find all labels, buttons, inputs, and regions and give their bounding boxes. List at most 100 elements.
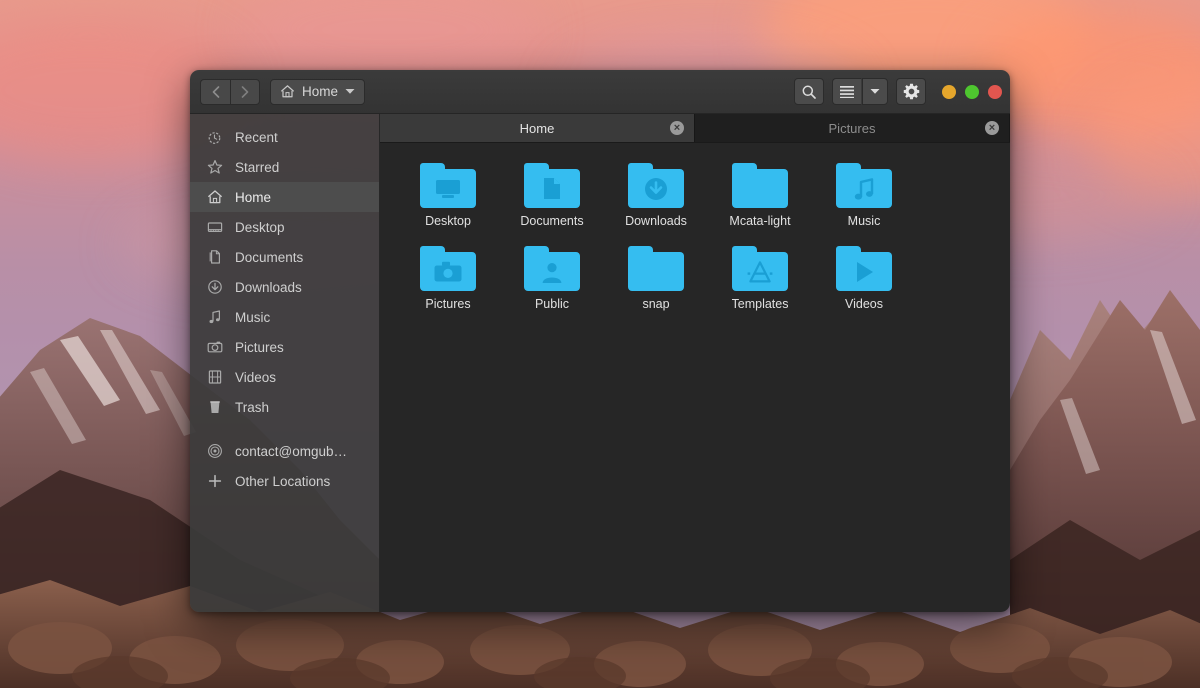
sidebar-item-label: Downloads: [235, 279, 302, 295]
file-item-music[interactable]: Music: [812, 157, 916, 232]
file-item-snap[interactable]: snap: [604, 240, 708, 315]
sidebar-item-label: Other Locations: [235, 473, 331, 489]
search-icon: [802, 85, 816, 99]
view-options-dropdown[interactable]: [862, 78, 888, 105]
person-emblem-icon: [524, 252, 580, 291]
sidebar-item-label: contact@omgub…: [235, 443, 348, 459]
file-name: Desktop: [425, 214, 471, 228]
file-name: Documents: [520, 214, 584, 228]
maximize-button[interactable]: [965, 84, 979, 99]
sidebar-item-label: Recent: [235, 129, 278, 145]
chevron-down-icon: [345, 89, 355, 94]
window-controls: [942, 84, 1002, 99]
sidebar-item-label: Trash: [235, 399, 270, 415]
templates-emblem-icon: [732, 252, 788, 291]
sidebar-item-documents[interactable]: Documents: [190, 242, 379, 272]
search-button[interactable]: [794, 78, 824, 105]
document-emblem-icon: [524, 169, 580, 208]
sidebar-item-label: Starred: [235, 159, 280, 175]
list-view-button[interactable]: [832, 78, 862, 105]
sidebar-item-other-locations[interactable]: Other Locations: [190, 466, 379, 496]
tab-pictures[interactable]: Pictures ×: [695, 114, 1010, 142]
file-manager-window: Home Recent Starred Home Desktop Documen…: [190, 70, 1010, 612]
film-icon: [206, 369, 223, 386]
camera-icon: [206, 339, 223, 356]
navigation-buttons: [200, 78, 260, 105]
sidebar-item-network[interactable]: contact@omgub…: [190, 436, 379, 466]
video-emblem-icon: [836, 252, 892, 291]
network-icon: [206, 443, 223, 460]
view-mode-group: [832, 78, 888, 105]
list-view-icon: [840, 86, 854, 98]
close-icon[interactable]: ×: [985, 121, 999, 135]
sidebar-item-home[interactable]: Home: [190, 182, 379, 212]
trash-icon: [206, 399, 223, 416]
file-item-pictures[interactable]: Pictures: [396, 240, 500, 315]
sidebar-divider: [190, 422, 379, 436]
folder-icon: [628, 246, 684, 291]
content-area: Home × Pictures × Desktop Documents Down…: [380, 114, 1010, 612]
back-button[interactable]: [200, 78, 230, 105]
sidebar-item-label: Desktop: [235, 219, 285, 235]
sidebar-item-downloads[interactable]: Downloads: [190, 272, 379, 302]
file-item-downloads[interactable]: Downloads: [604, 157, 708, 232]
file-name: snap: [642, 297, 670, 311]
tab-home[interactable]: Home ×: [380, 114, 695, 142]
path-bar-label: Home: [302, 84, 339, 99]
file-item-videos[interactable]: Videos: [812, 240, 916, 315]
file-name: Videos: [845, 297, 883, 311]
music-emblem-icon: [836, 169, 892, 208]
folder-icon: [420, 163, 476, 208]
sidebar-item-pictures[interactable]: Pictures: [190, 332, 379, 362]
sidebar-item-trash[interactable]: Trash: [190, 392, 379, 422]
chevron-down-icon: [870, 89, 880, 94]
tab-label: Home: [519, 120, 555, 136]
sidebar-item-label: Pictures: [235, 339, 284, 355]
star-icon: [206, 159, 223, 176]
chevron-left-icon: [212, 85, 219, 98]
settings-button[interactable]: [896, 78, 926, 105]
close-icon[interactable]: ×: [670, 121, 684, 135]
file-item-mcata-light[interactable]: Mcata-light: [708, 157, 812, 232]
sidebar-item-videos[interactable]: Videos: [190, 362, 379, 392]
home-icon: [206, 189, 223, 206]
folder-icon: [420, 246, 476, 291]
folder-icon: [836, 163, 892, 208]
file-name: Pictures: [425, 297, 471, 311]
clock-icon: [206, 129, 223, 146]
file-item-public[interactable]: Public: [500, 240, 604, 315]
tab-label: Pictures: [828, 120, 876, 136]
sidebar-item-desktop[interactable]: Desktop: [190, 212, 379, 242]
desktop-emblem-icon: [420, 169, 476, 208]
minimize-button[interactable]: [942, 84, 956, 99]
sidebar-item-label: Music: [235, 309, 271, 325]
music-icon: [206, 309, 223, 326]
file-name: Public: [534, 297, 570, 311]
file-icon-grid: Desktop Documents Downloads Mcata-light …: [380, 143, 1010, 612]
plus-icon: [206, 473, 223, 490]
sidebar-item-label: Videos: [235, 369, 277, 385]
window-body: Recent Starred Home Desktop Documents Do…: [190, 114, 1010, 612]
tab-bar: Home × Pictures ×: [380, 114, 1010, 143]
file-item-documents[interactable]: Documents: [500, 157, 604, 232]
file-item-desktop[interactable]: Desktop: [396, 157, 500, 232]
file-item-templates[interactable]: Templates: [708, 240, 812, 315]
camera-emblem-icon: [420, 252, 476, 291]
folder-icon: [836, 246, 892, 291]
sidebar-item-music[interactable]: Music: [190, 302, 379, 332]
sidebar-item-label: Home: [235, 189, 272, 205]
file-name: Templates: [731, 297, 789, 311]
folder-icon: [524, 163, 580, 208]
folder-icon: [732, 246, 788, 291]
forward-button[interactable]: [230, 78, 260, 105]
close-button[interactable]: [988, 84, 1002, 99]
home-icon: [281, 85, 294, 98]
header-bar: Home: [190, 70, 1010, 114]
folder-icon: [524, 246, 580, 291]
sidebar-item-label: Documents: [235, 249, 304, 265]
download-emblem-icon: [628, 169, 684, 208]
download-icon: [206, 279, 223, 296]
sidebar-item-recent[interactable]: Recent: [190, 122, 379, 152]
path-bar-home-button[interactable]: Home: [270, 78, 366, 105]
sidebar-item-starred[interactable]: Starred: [190, 152, 379, 182]
